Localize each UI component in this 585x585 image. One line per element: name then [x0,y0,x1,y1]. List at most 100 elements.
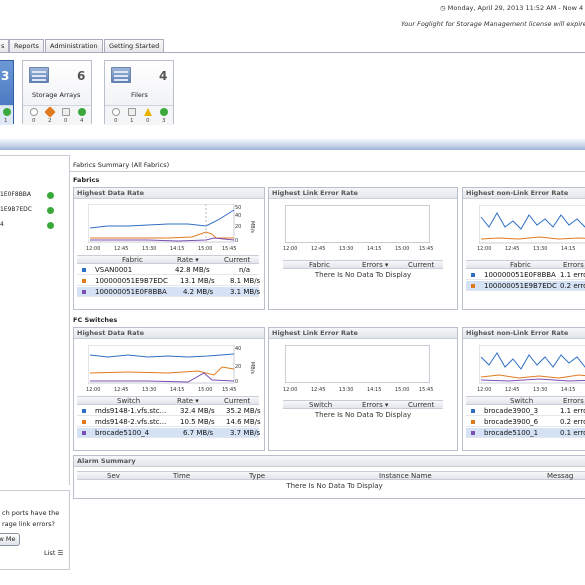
x-tick: 12:00 [86,387,101,393]
series-swatch [82,268,86,272]
unknown-count: 0 [32,118,36,124]
row-current: 35.2 MB/s [226,407,261,415]
row-current: 14.6 MB/s [226,418,261,426]
column-header[interactable]: Switch [117,397,140,405]
table-row[interactable]: 100000051E9B7EDC 0.2 error [466,281,585,291]
fabrics-link-error-panel: Highest Link Error Rate 12:00 12:45 13:3… [268,187,458,310]
ok-icon [160,108,168,116]
column-header[interactable]: Errors [563,397,584,405]
show-me-button[interactable]: w Me [0,533,20,546]
series-swatch [82,409,86,413]
list-icon: ☰ [57,549,64,557]
header-datetime[interactable]: ◷ Monday, April 29, 2013 11:52 AM - Now … [440,4,585,12]
tile-storage-arrays[interactable]: 6 Storage Arrays 0 2 0 4 [22,60,92,125]
series-swatch [82,431,86,435]
panel-header: Highest non-Link Error Rate [463,188,585,199]
x-tick: 14:15 [561,387,576,393]
column-header[interactable]: Current [224,256,250,264]
table-row[interactable]: 100000051E0F8BBA 4.2 MB/s 3.1 MB/s [77,287,261,297]
list-link-label: List [44,549,56,557]
table-header: Switch Rate ▾ Current [77,396,259,405]
column-header[interactable]: Rate ▾ [177,397,199,405]
column-header[interactable]: Rate ▾ [177,256,199,264]
fabrics-nonlink-chart [479,205,585,244]
row-rate: 4.2 MB/s [183,288,214,296]
y-tick: 40 [235,346,242,352]
column-header[interactable]: Errors [563,261,584,269]
tab-reports[interactable]: Reports [9,39,44,53]
column-header[interactable]: Current [408,401,434,409]
filers-status-row: 0 1 0 3 [105,105,173,125]
list-item[interactable]: 1E9B7EDC [0,206,32,213]
ok-count: 4 [80,118,84,124]
column-header[interactable]: Time [173,472,190,480]
table-row[interactable]: mds9148-1.vfs.stc... 32.4 MB/s 35.2 MB/s [77,406,261,416]
row-name: 100000051E9B7EDC [95,277,168,285]
column-header[interactable]: Messag [547,472,573,480]
column-header[interactable]: Errors ▾ [362,401,388,409]
column-header[interactable]: Sev [107,472,120,480]
y-tick: 20 [235,364,242,370]
column-header[interactable]: Switch [309,401,332,409]
series-swatch [471,409,475,413]
column-header[interactable]: Fabric [309,261,330,269]
list-link[interactable]: List ☰ [44,549,63,557]
column-header[interactable]: Switch [510,397,533,405]
switch-data-rate-panel: Highest Data Rate 40 20 0 MB/s 12:00 12:… [73,327,265,451]
section-divider-band [0,138,585,150]
tab-administration[interactable]: Administration [45,39,103,53]
table-row[interactable]: brocade3900_3 1.1 error [466,406,585,416]
table-header: Fabric Rate ▾ Current [77,255,259,264]
series-swatch [471,431,475,435]
tile-filers[interactable]: 4 Filers 0 1 0 3 [104,60,174,125]
row-name: brocade5100_4 [95,429,150,437]
series-swatch [471,273,475,277]
filers-label: Filers [131,91,148,99]
row-current: n/a [239,266,251,274]
table-row[interactable]: 100000051E9B7EDC 13.1 MB/s 8.1 MB/s [77,276,260,286]
column-header[interactable]: Errors ▾ [362,261,388,269]
table-row[interactable]: brocade3900_6 0.2 error [466,417,585,427]
list-item[interactable]: 1E0F8BBA [0,191,31,198]
storage-arrays-count: 6 [77,69,86,83]
filers-count: 4 [159,69,168,83]
table-row[interactable]: 100000051E0F8BBA 1.1 error [466,270,585,280]
table-row[interactable]: mds9148-2.vfs.stc... 10.5 MB/s 14.6 MB/s [77,417,261,427]
column-header[interactable]: Current [224,397,250,405]
x-tick: 12:45 [311,387,326,393]
row-errors: 0.1 error [560,429,585,437]
x-tick: 12:45 [114,387,129,393]
tile-fabrics[interactable]: 3 1 [0,60,14,125]
table-row[interactable]: VSAN0001 42.8 MB/s n/a [77,265,259,275]
x-tick: 12:00 [477,246,492,252]
critical-count: 2 [48,118,52,124]
empty-chart [285,205,430,243]
y-tick: 40 [235,213,242,219]
x-tick: 12:45 [505,246,520,252]
ok-icon [78,108,86,116]
x-tick: 13:30 [339,246,354,252]
table-row[interactable]: brocade5100_4 6.7 MB/s 3.7 MB/s [77,428,260,438]
tab-getting-started[interactable]: Getting Started [104,39,165,53]
filer-icon [111,67,131,83]
ok-icon [3,108,11,116]
column-header[interactable]: Instance Name [379,472,432,480]
row-name: brocade3900_6 [484,418,539,426]
table-row[interactable]: brocade5100_1 0.1 error [466,428,585,438]
info-icon [128,108,136,116]
row-name: mds9148-1.vfs.stc... [95,407,167,415]
row-current: 3.1 MB/s [230,288,261,296]
column-header[interactable]: Fabric [122,256,143,264]
column-header[interactable]: Current [408,261,434,269]
series-swatch [82,290,86,294]
tab-partial[interactable]: s [0,39,10,53]
column-header[interactable]: Type [249,472,265,480]
ok-icon [47,207,54,214]
list-item[interactable]: 4 [0,221,4,228]
warning-icon [144,108,152,116]
unknown-icon [112,108,120,116]
ok-icon [47,222,54,229]
x-tick: 14:15 [367,387,382,393]
row-name: 100000051E0F8BBA [484,271,556,279]
column-header[interactable]: Fabric [510,261,531,269]
